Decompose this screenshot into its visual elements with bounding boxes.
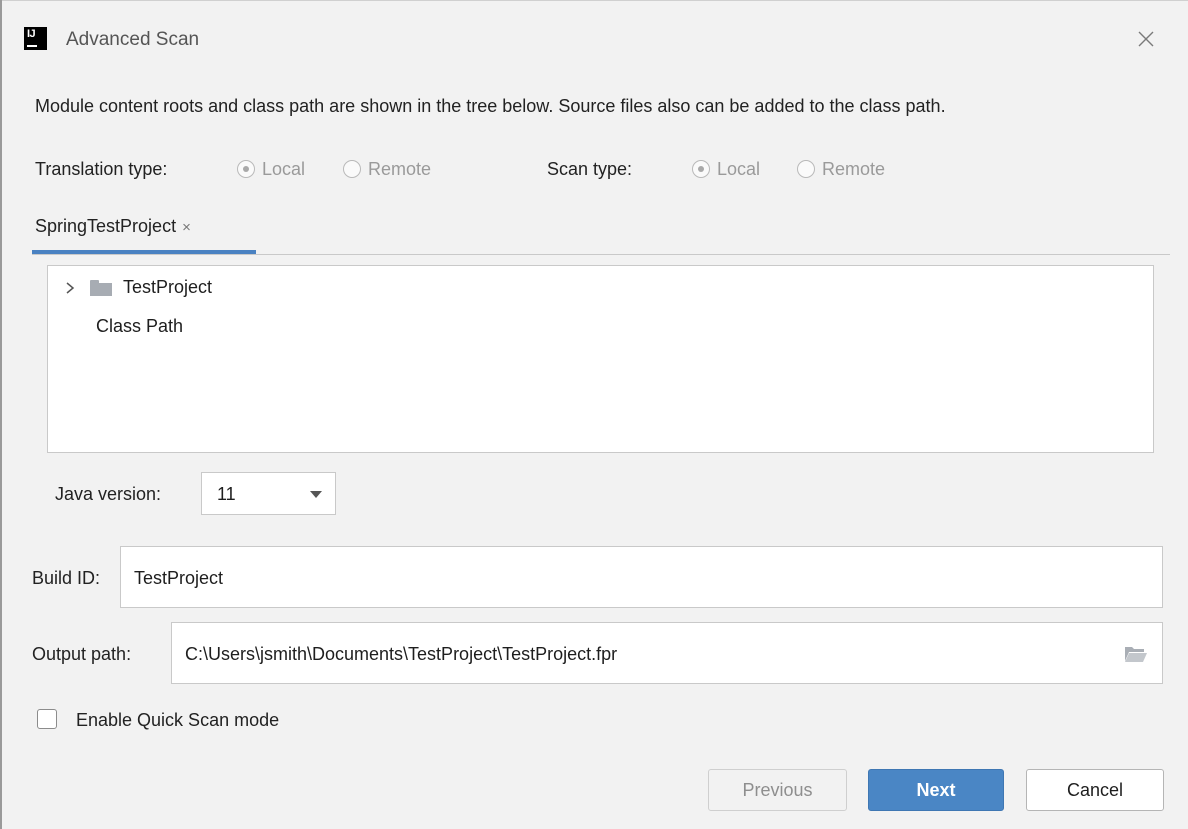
previous-button[interactable]: Previous xyxy=(708,769,847,811)
module-tree[interactable]: TestProject Class Path xyxy=(47,265,1154,453)
radio-unselected-icon xyxy=(343,160,361,178)
translation-type-local-label: Local xyxy=(262,159,306,179)
tab-spring-test-project[interactable]: SpringTestProject × xyxy=(35,215,191,239)
dropdown-arrow-icon xyxy=(310,491,322,498)
radio-unselected-icon xyxy=(797,160,815,178)
scan-type-remote-radio[interactable]: Remote xyxy=(797,158,885,180)
chevron-right-icon[interactable] xyxy=(62,280,78,296)
tree-item-label: TestProject xyxy=(123,277,213,297)
build-id-label: Build ID: xyxy=(32,568,101,588)
next-button[interactable]: Next xyxy=(868,769,1004,811)
folder-icon xyxy=(90,279,112,296)
description-text: Module content roots and class path are … xyxy=(35,96,946,116)
window-left-border xyxy=(0,0,2,829)
radio-selected-icon xyxy=(237,160,255,178)
close-icon[interactable] xyxy=(1131,24,1161,54)
translation-type-label: Translation type: xyxy=(35,159,168,179)
build-id-value: TestProject xyxy=(134,568,224,588)
radio-selected-icon xyxy=(692,160,710,178)
tab-label: SpringTestProject xyxy=(35,216,177,236)
translation-type-local-radio[interactable]: Local xyxy=(237,158,305,180)
build-id-input[interactable]: TestProject xyxy=(120,546,1163,608)
window-top-border xyxy=(0,0,1188,1)
translation-type-remote-label: Remote xyxy=(368,159,432,179)
tree-item-class-path[interactable]: Class Path xyxy=(96,316,183,337)
java-version-dropdown[interactable]: 11 xyxy=(201,472,336,515)
folder-open-icon[interactable] xyxy=(1124,645,1148,668)
scan-type-local-label: Local xyxy=(717,159,761,179)
java-version-label: Java version: xyxy=(55,484,162,504)
quick-scan-label: Enable Quick Scan mode xyxy=(76,710,280,730)
scan-type-remote-label: Remote xyxy=(822,159,886,179)
window-title: Advanced Scan xyxy=(66,29,200,50)
tree-item-testproject[interactable]: TestProject xyxy=(62,277,212,298)
quick-scan-checkbox[interactable] xyxy=(37,709,57,729)
output-path-value: C:\Users\jsmith\Documents\TestProject\Te… xyxy=(185,644,618,664)
intellij-icon: IJ xyxy=(24,27,47,50)
output-path-input[interactable]: C:\Users\jsmith\Documents\TestProject\Te… xyxy=(171,622,1163,684)
output-path-label: Output path: xyxy=(32,644,132,664)
java-version-value: 11 xyxy=(217,484,236,504)
cancel-button[interactable]: Cancel xyxy=(1026,769,1164,811)
tree-item-label: Class Path xyxy=(96,316,184,336)
tab-close-icon[interactable]: × xyxy=(182,219,191,236)
translation-type-remote-radio[interactable]: Remote xyxy=(343,158,431,180)
scan-type-label: Scan type: xyxy=(547,159,633,179)
tab-divider xyxy=(32,254,1170,255)
scan-type-local-radio[interactable]: Local xyxy=(692,158,760,180)
